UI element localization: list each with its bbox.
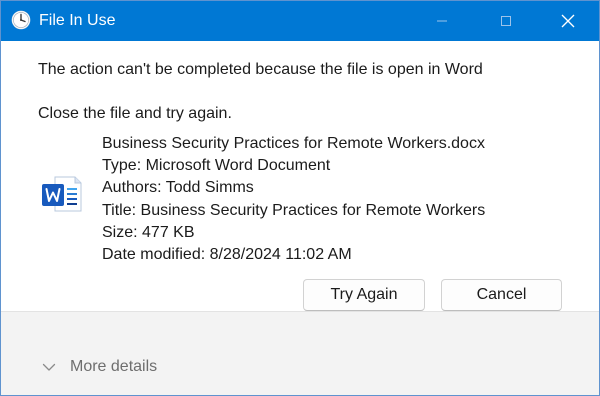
clock-icon xyxy=(11,10,31,30)
word-document-icon xyxy=(42,176,82,212)
close-button[interactable] xyxy=(545,1,591,41)
more-details-toggle[interactable]: More details xyxy=(41,356,157,378)
minimize-icon xyxy=(437,20,447,22)
try-again-button[interactable]: Try Again xyxy=(303,279,425,311)
error-message: The action can't be completed because th… xyxy=(38,61,483,78)
file-title: Title: Business Security Practices for R… xyxy=(102,201,486,219)
maximize-button[interactable] xyxy=(483,1,529,41)
dialog-content: The action can't be completed because th… xyxy=(1,41,599,311)
file-in-use-dialog: File In Use The action can't be complete… xyxy=(0,0,600,396)
file-authors: Authors: Todd Simms xyxy=(102,179,254,197)
minimize-button[interactable] xyxy=(419,1,465,41)
close-icon xyxy=(561,14,575,28)
cancel-button[interactable]: Cancel xyxy=(441,279,562,311)
file-date-modified: Date modified: 8/28/2024 11:02 AM xyxy=(102,245,352,263)
file-type: Type: Microsoft Word Document xyxy=(102,157,331,175)
file-name: Business Security Practices for Remote W… xyxy=(102,135,485,152)
title-bar[interactable]: File In Use xyxy=(1,1,599,41)
instruction-message: Close the file and try again. xyxy=(38,105,232,122)
maximize-icon xyxy=(501,16,511,26)
more-details-label: More details xyxy=(70,358,158,375)
chevron-down-icon xyxy=(42,363,56,371)
file-details: Business Security Practices for Remote W… xyxy=(102,133,485,266)
window-title: File In Use xyxy=(39,12,116,29)
file-size: Size: 477 KB xyxy=(102,223,195,241)
dialog-footer: More details xyxy=(1,311,599,395)
